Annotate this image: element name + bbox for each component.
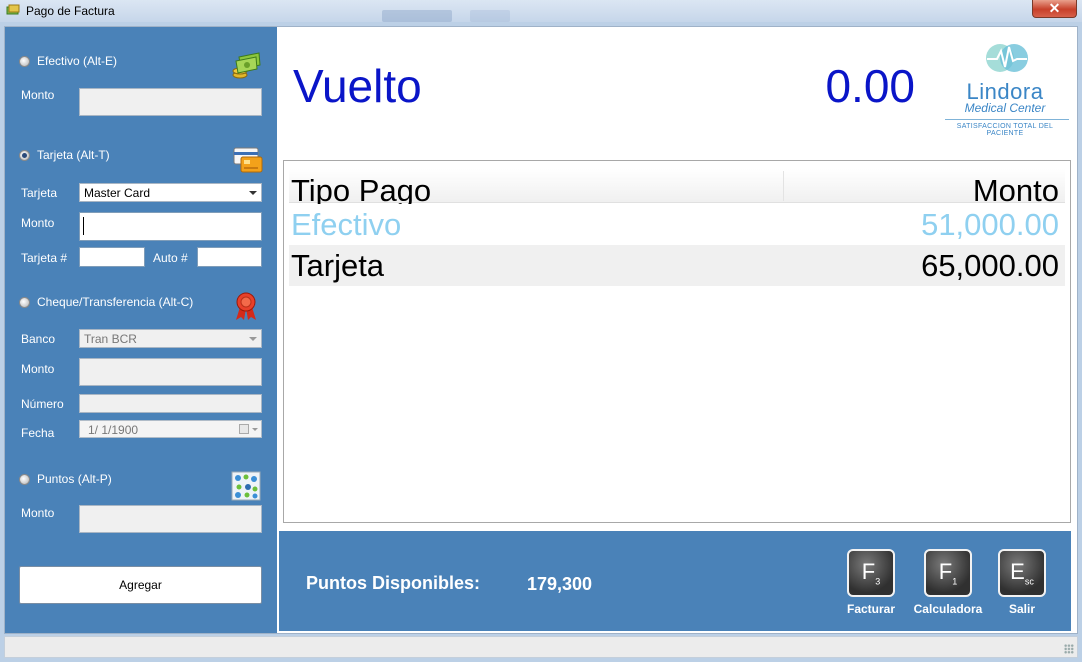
calculadora-button[interactable]: F1 Calculadora [910,535,982,616]
tarjeta-select[interactable]: Master Card [79,183,262,202]
puntos-disponibles-value: 179,300 [527,574,593,594]
chevron-down-icon[interactable] [252,428,258,431]
column-separator [783,171,784,201]
tarjeta-label: Tarjeta [21,186,58,200]
agregar-button[interactable]: Agregar [19,566,262,604]
puntos-disponibles-label: Puntos Disponibles: [306,573,481,593]
logo-tagline: SATISFACCION TOTAL DEL PACIENTE [956,123,1054,137]
window: Pago de Factura ✕ Efectivo (Alt-E) Monto [0,0,1082,662]
vuelto-value: 0.00 [825,60,915,112]
cash-icon [232,52,261,79]
logo-subtitle: Medical Center [964,101,1046,115]
facturar-caption: Facturar [846,602,896,616]
salir-button[interactable]: Esc Salir [984,535,1054,616]
cell-monto: 51,000.00 [921,207,1059,242]
radio-button[interactable] [19,149,30,161]
tarjeta-monto-label: Monto [21,216,55,230]
chevron-down-icon [249,191,257,195]
puntos-monto-input[interactable] [79,505,262,533]
vuelto-label: Vuelto [293,60,422,112]
radio-tarjeta[interactable]: Tarjeta (Alt-T) [19,147,110,163]
radio-button[interactable] [19,296,30,308]
background-tab [470,10,510,22]
radio-button[interactable] [19,473,30,485]
calendar-icon[interactable] [239,424,249,434]
efectivo-monto-label: Monto [21,88,55,102]
tarjeta-numero-input[interactable] [79,247,145,267]
fecha-value: 1/ 1/1900 [88,423,139,437]
app-icon [6,4,20,15]
grid-header: Tipo Pago Monto [289,169,1065,208]
window-title: Pago de Factura [26,4,115,18]
radio-efectivo-label: Efectivo (Alt-E) [37,54,118,68]
f1-key-icon: F1 [924,549,972,597]
company-logo: Lindora Medical Center SATISFACCION TOTA… [941,39,1069,137]
background-tab [382,10,452,22]
ribbon-icon [236,292,256,320]
cheque-monto-input[interactable] [79,358,262,386]
numero-label: Número [21,397,64,411]
logo-heart-icon [986,44,1028,72]
radio-button[interactable] [19,55,30,67]
cell-tipo: Efectivo [291,207,402,242]
fecha-label: Fecha [21,426,55,440]
tarjeta-monto-input[interactable] [79,212,262,241]
title-bar[interactable]: Pago de Factura ✕ [0,0,1082,22]
radio-efectivo[interactable]: Efectivo (Alt-E) [19,53,117,69]
table-row[interactable]: Efectivo 51,000.00 [289,204,1065,245]
esc-key-icon: Esc [998,549,1046,597]
credit-card-icon [233,147,263,173]
auto-numero-label: Auto # [153,251,188,265]
logo-divider [945,119,1069,120]
efectivo-monto-input[interactable] [79,88,262,116]
radio-tarjeta-label: Tarjeta (Alt-T) [37,148,110,162]
footer-panel: Puntos Disponibles: 179,300 F3 Facturar … [279,531,1071,631]
close-icon: ✕ [1048,0,1061,16]
radio-cheque-label: Cheque/Transferencia (Alt-C) [37,295,194,309]
radio-cheque[interactable]: Cheque/Transferencia (Alt-C) [19,294,193,310]
cell-tipo: Tarjeta [291,248,385,283]
cell-monto: 65,000.00 [921,248,1059,283]
payment-method-panel: Efectivo (Alt-E) Monto Tarjeta (Alt-T) T… [5,27,277,633]
text-caret [83,217,84,235]
salir-caption: Salir [1008,602,1035,616]
banco-select-value: Tran BCR [84,332,137,346]
network-icon [231,471,261,501]
radio-puntos[interactable]: Puntos (Alt-P) [19,471,112,487]
banco-label: Banco [21,332,56,346]
tarjeta-select-value: Master Card [84,186,151,200]
client-area: Efectivo (Alt-E) Monto Tarjeta (Alt-T) T… [4,26,1078,634]
resize-grip-icon[interactable] [1064,644,1074,654]
numero-input[interactable] [79,394,262,413]
auto-numero-input[interactable] [197,247,262,267]
table-row[interactable]: Tarjeta 65,000.00 [289,245,1065,286]
radio-puntos-label: Puntos (Alt-P) [37,472,112,486]
cheque-monto-label: Monto [21,362,55,376]
payments-grid[interactable]: Tipo Pago Monto Efectivo 51,000.00 Tarje… [283,160,1071,523]
facturar-button[interactable]: F3 Facturar [833,535,903,616]
puntos-monto-label: Monto [21,506,55,520]
close-button[interactable]: ✕ [1032,0,1077,18]
fecha-datepicker[interactable]: 1/ 1/1900 [79,420,262,438]
status-bar [4,636,1078,658]
calculadora-caption: Calculadora [913,602,983,616]
banco-select[interactable]: Tran BCR [79,329,262,348]
tarjeta-numero-label: Tarjeta # [21,251,68,265]
chevron-down-icon [249,337,257,341]
f3-key-icon: F3 [847,549,895,597]
